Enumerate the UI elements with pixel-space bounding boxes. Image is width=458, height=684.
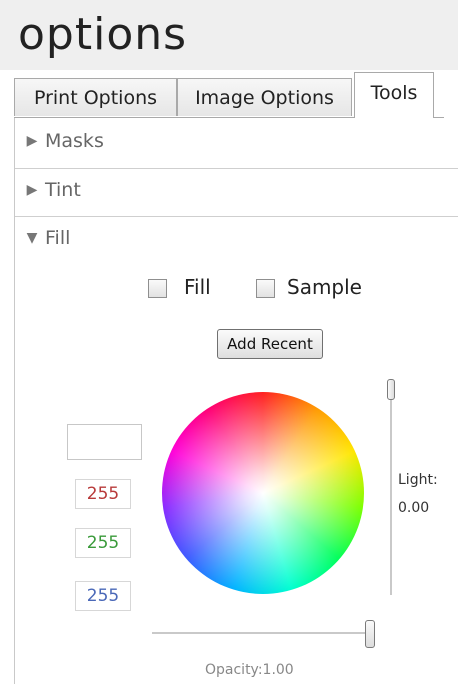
- section-tint[interactable]: ▶ Tint: [15, 169, 458, 217]
- section-fill[interactable]: ▼ Fill: [15, 217, 458, 265]
- fill-options-row: Fill Sample: [148, 275, 378, 305]
- fill-checkbox-label: Fill: [184, 275, 211, 299]
- window-title: options: [18, 9, 188, 60]
- opacity-label: Opacity:1.00: [205, 662, 294, 678]
- color-swatch[interactable]: [67, 424, 142, 460]
- add-recent-button[interactable]: Add Recent: [217, 329, 323, 359]
- light-slider-track[interactable]: [390, 388, 392, 595]
- title-bar: options: [0, 0, 458, 70]
- red-field[interactable]: 255: [75, 479, 131, 509]
- blue-field[interactable]: 255: [75, 581, 131, 611]
- sample-checkbox[interactable]: [256, 279, 275, 298]
- tab-print-options[interactable]: Print Options: [14, 78, 177, 116]
- sample-checkbox-label: Sample: [287, 275, 362, 299]
- fill-checkbox[interactable]: [148, 279, 167, 298]
- light-label: Light:: [398, 472, 438, 488]
- tab-tools[interactable]: Tools: [354, 72, 434, 118]
- section-masks[interactable]: ▶ Masks: [15, 120, 458, 168]
- tab-bar: Print Options Image Options Tools: [14, 70, 444, 118]
- opacity-slider-handle[interactable]: [365, 620, 375, 648]
- triangle-right-icon: ▶: [26, 133, 38, 149]
- light-value: 0.00: [398, 500, 430, 516]
- tab-image-options[interactable]: Image Options: [177, 78, 352, 116]
- green-field[interactable]: 255: [75, 528, 131, 558]
- color-wheel[interactable]: [162, 392, 364, 594]
- options-window: options Print Options Image Options Tool…: [0, 0, 458, 684]
- triangle-down-icon: ▼: [26, 230, 38, 246]
- light-slider-handle[interactable]: [387, 379, 395, 400]
- triangle-right-icon: ▶: [26, 182, 38, 198]
- section-label: Masks: [45, 130, 104, 152]
- opacity-slider-track[interactable]: [152, 632, 372, 634]
- section-label: Tint: [45, 179, 81, 201]
- section-label: Fill: [45, 227, 71, 249]
